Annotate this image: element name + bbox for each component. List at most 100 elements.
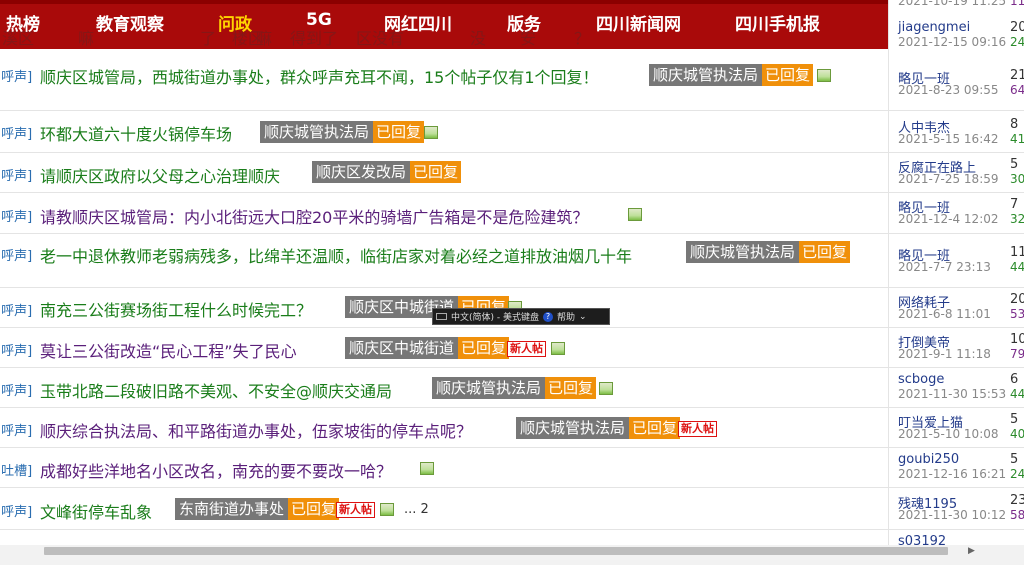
behind-fragment: 嘛: [256, 29, 273, 48]
scrollbar-thumb[interactable]: [44, 547, 948, 555]
post-category[interactable]: [呼声]: [0, 123, 32, 142]
top-row-meta: 2021-10-19 11:25 11 jiagengmei 2021-12-1…: [888, 0, 1024, 49]
post-category[interactable]: [呼声]: [0, 501, 32, 520]
image-attachment-icon: [380, 503, 394, 516]
nav-item-politics[interactable]: 问政: [218, 10, 252, 35]
horizontal-scrollbar[interactable]: ▶: [0, 545, 1024, 565]
post-date: 2021-7-25 18:59: [898, 172, 999, 186]
dept-name: 顺庆区发改局: [312, 161, 411, 183]
post-title[interactable]: 顺庆综合执法局、和平路街道办事处，伍家坡街的停车点呢？: [40, 418, 472, 442]
post-title[interactable]: 莫让三公街改造“民心工程”失了民心: [40, 338, 297, 362]
reply-count: 10: [1010, 332, 1024, 347]
dept-name: 顺庆城管执法局: [516, 417, 630, 439]
post-category[interactable]: [呼声]: [0, 380, 32, 399]
new-user-post-badge: 新人帖: [336, 502, 375, 518]
help-icon[interactable]: ?: [543, 311, 553, 322]
nav-item-hot[interactable]: 热榜: [6, 10, 40, 35]
table-row: [呼声] 文峰街停车乱象 东南街道办事处 已回复 新人帖 ... 2 残魂119…: [0, 488, 1024, 530]
reply-count: 20: [1010, 20, 1024, 35]
nav-item-sichuan-news[interactable]: 四川新闻网: [596, 10, 681, 35]
replied-badge: 已回复: [629, 417, 681, 439]
behind-fragment: 了: [200, 29, 217, 48]
post-title[interactable]: 老一中退休教师老弱病残多，比绵羊还温顺，临街店家对着必经之道排放油烟几十年: [40, 243, 632, 267]
post-category[interactable]: [呼声]: [0, 340, 32, 359]
view-count: 11: [1010, 0, 1024, 8]
top-nav: 溪区 嘛 了 楼区 嘛 得到了 区没有 没 安 ？ 热榜 教育观察 问政 5G …: [0, 0, 888, 49]
post-category[interactable]: [呼声]: [0, 245, 32, 264]
post-category[interactable]: [呼声]: [0, 206, 32, 225]
nav-item-sichuan-mobile[interactable]: 四川手机报: [735, 10, 820, 35]
post-author[interactable]: scboge: [898, 372, 944, 387]
view-count: 24: [1010, 467, 1024, 481]
table-row: [呼声] 顺庆区城管局，西城街道办事处，群众呼声充耳不闻，15个帖子仅有1个回复…: [0, 49, 1024, 111]
dept-tag[interactable]: 顺庆区中城街道 已回复: [345, 337, 510, 359]
table-row: [呼声] 环都大道六十度火锅停车场 顺庆城管执法局 已回复 人中韦杰 2021-…: [0, 111, 1024, 153]
post-category[interactable]: [呼声]: [0, 66, 32, 85]
image-attachment-icon: [424, 126, 438, 139]
table-row: [呼声] 玉带北路二段破旧路不美观、不安全@顺庆交通局 顺庆城管执法局 已回复 …: [0, 368, 1024, 408]
post-date: 2021-12-4 12:02: [898, 212, 999, 226]
reply-count: 20: [1010, 292, 1024, 307]
post-date: 2021-5-10 10:08: [898, 427, 999, 441]
reply-count: 23: [1010, 493, 1024, 508]
post-category[interactable]: [吐槽]: [0, 460, 32, 479]
image-attachment-icon: [599, 382, 613, 395]
dept-tag[interactable]: 东南街道办事处 已回复: [175, 498, 340, 520]
keyboard-icon: [436, 313, 447, 320]
reply-count: 11: [1010, 245, 1024, 260]
table-row: [吐槽] 成都好些洋地名小区改名，南充的要不要改一哈？ goubi250 202…: [0, 448, 1024, 488]
post-title[interactable]: 文峰街停车乱象: [40, 499, 152, 523]
nav-item-5g[interactable]: 5G: [306, 10, 332, 30]
post-author[interactable]: goubi250: [898, 452, 959, 467]
post-title[interactable]: 顺庆区城管局，西城街道办事处，群众呼声充耳不闻，15个帖子仅有1个回复！: [40, 64, 599, 88]
post-author[interactable]: jiagengmei: [898, 20, 970, 35]
dept-tag[interactable]: 顺庆城管执法局 已回复: [516, 417, 681, 439]
replied-badge: 已回复: [545, 377, 597, 399]
view-count: 79: [1010, 347, 1024, 361]
view-count: 44: [1010, 387, 1024, 401]
forum-page: 溪区 嘛 了 楼区 嘛 得到了 区没有 没 安 ？ 热榜 教育观察 问政 5G …: [0, 0, 1024, 565]
dept-tag[interactable]: 顺庆城管执法局 已回复: [260, 121, 425, 143]
new-user-post-badge: 新人帖: [507, 341, 546, 357]
behind-fragment: 嘛: [78, 29, 95, 48]
view-count: 64: [1010, 83, 1024, 97]
post-date: 2021-11-30 15:53: [898, 387, 1007, 401]
dept-name: 顺庆城管执法局: [260, 121, 374, 143]
dept-name: 东南街道办事处: [175, 498, 289, 520]
nav-top-strip: [0, 0, 888, 4]
view-count: 44: [1010, 260, 1024, 274]
post-date: 2021-7-7 23:13: [898, 260, 991, 274]
post-category[interactable]: [呼声]: [0, 300, 32, 319]
replied-badge: 已回复: [288, 498, 340, 520]
replied-badge: 已回复: [458, 337, 510, 359]
reply-count: 5: [1010, 452, 1019, 467]
ime-options-icon[interactable]: ⌄: [579, 312, 587, 322]
scroll-right-icon[interactable]: ▶: [968, 546, 975, 556]
post-title[interactable]: 请教顺庆区城管局：内小北街远大口腔20平米的骑墙广告箱是不是危险建筑？: [40, 204, 588, 228]
ime-language-bar[interactable]: 中文(简体) - 美式键盘 ? 帮助 ⌄: [432, 308, 610, 325]
post-title[interactable]: 南充三公街赛场街工程什么时候完工？: [40, 297, 312, 321]
ime-language-label[interactable]: 中文(简体) - 美式键盘: [451, 310, 539, 323]
nav-item-sichuan-influencer[interactable]: 网红四川: [384, 10, 452, 35]
ime-help-label[interactable]: 帮助: [557, 310, 575, 323]
view-count: 24: [1010, 35, 1024, 49]
post-title[interactable]: 请顺庆区政府以父母之心治理顺庆: [40, 163, 280, 187]
dept-tag[interactable]: 顺庆区发改局 已回复: [312, 161, 462, 183]
post-category[interactable]: [呼声]: [0, 420, 32, 439]
post-title[interactable]: 成都好些洋地名小区改名，南充的要不要改一哈？: [40, 458, 392, 482]
image-attachment-icon: [628, 208, 642, 221]
behind-fragment: 没: [470, 29, 487, 48]
page-links[interactable]: ... 2: [404, 502, 429, 517]
view-count: 53: [1010, 307, 1024, 321]
dept-tag[interactable]: 顺庆城管执法局 已回复: [686, 241, 851, 263]
post-date: 2021-12-15 09:16: [898, 35, 1007, 49]
post-title[interactable]: 玉带北路二段破旧路不美观、不安全@顺庆交通局: [40, 378, 392, 402]
reply-count: 8: [1010, 117, 1019, 132]
dept-tag[interactable]: 顺庆城管执法局 已回复: [432, 377, 597, 399]
nav-item-education[interactable]: 教育观察: [96, 10, 164, 35]
post-title[interactable]: 环都大道六十度火锅停车场: [40, 121, 232, 145]
post-category[interactable]: [呼声]: [0, 165, 32, 184]
dept-tag[interactable]: 顺庆城管执法局 已回复: [649, 64, 814, 86]
nav-item-board-affairs[interactable]: 版务: [507, 10, 541, 35]
reply-count: 21: [1010, 68, 1024, 83]
